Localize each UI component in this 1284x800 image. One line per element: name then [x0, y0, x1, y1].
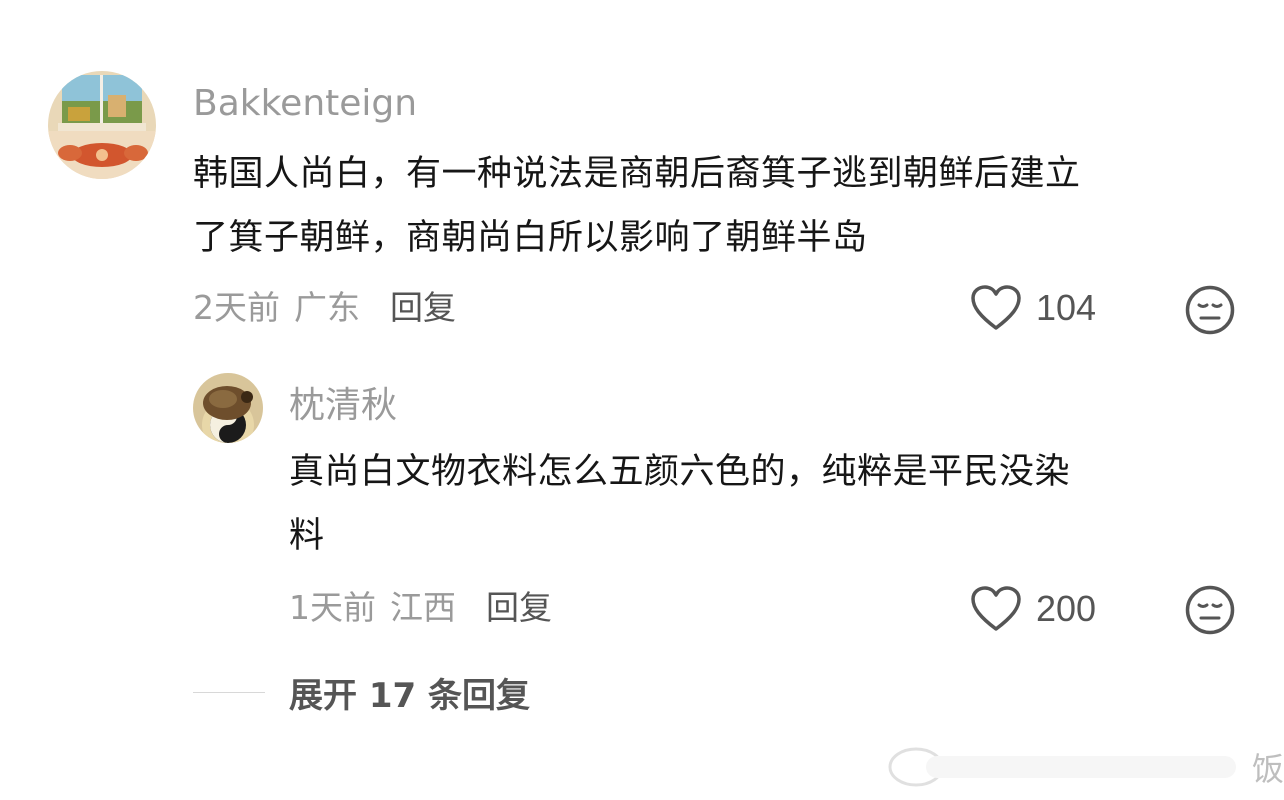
reply-text: 真尚白文物衣料怎么五颜六色的，纯粹是平民没染 料: [289, 440, 1070, 568]
reply-username[interactable]: 枕清秋: [289, 386, 397, 426]
reply-meta: 1天前 江西 回复: [289, 588, 552, 628]
like-count: 200: [1036, 588, 1097, 629]
reply-text-line: 真尚白文物衣料怎么五颜六色的，纯粹是平民没染: [289, 452, 1071, 492]
heart-outline-icon: [971, 285, 1021, 330]
avatar[interactable]: [193, 373, 263, 443]
divider: [193, 692, 265, 693]
watermark-logo-icon: [888, 747, 1236, 787]
reply-location: 江西: [390, 588, 456, 627]
expand-replies-label: 展开 17 条回复: [289, 676, 530, 716]
watermark: 饭: [886, 742, 1284, 792]
reply-button[interactable]: 回复: [486, 588, 552, 627]
expand-replies-button[interactable]: 展开 17 条回复: [193, 668, 530, 717]
comment-text-line: 韩国人尚白，有一种说法是商朝后裔箕子逃到朝鲜后建立: [193, 154, 1081, 194]
reply-text-line: 料: [289, 516, 325, 556]
like-button[interactable]: 200: [970, 585, 1096, 633]
heart-outline-icon: [971, 586, 1021, 631]
comment-meta: 2天前 广东 回复: [193, 288, 456, 328]
avatar[interactable]: [48, 71, 156, 179]
comment-username[interactable]: Bakkenteign: [193, 84, 417, 124]
neutral-face-icon[interactable]: [1184, 284, 1236, 340]
comment-location: 广东: [294, 288, 360, 327]
watermark-text: 饭: [1251, 750, 1284, 788]
comment-text: 韩国人尚白，有一种说法是商朝后裔箕子逃到朝鲜后建立 了箕子朝鲜，商朝尚白所以影响…: [193, 142, 1081, 270]
comment-text-line: 了箕子朝鲜，商朝尚白所以影响了朝鲜半岛: [193, 218, 868, 258]
reply-time: 1天前: [289, 588, 376, 627]
comment-time: 2天前: [193, 288, 280, 327]
neutral-face-icon[interactable]: [1184, 584, 1236, 640]
like-count: 104: [1036, 287, 1097, 328]
like-button[interactable]: 104: [970, 284, 1096, 332]
reply-button[interactable]: 回复: [390, 288, 456, 327]
